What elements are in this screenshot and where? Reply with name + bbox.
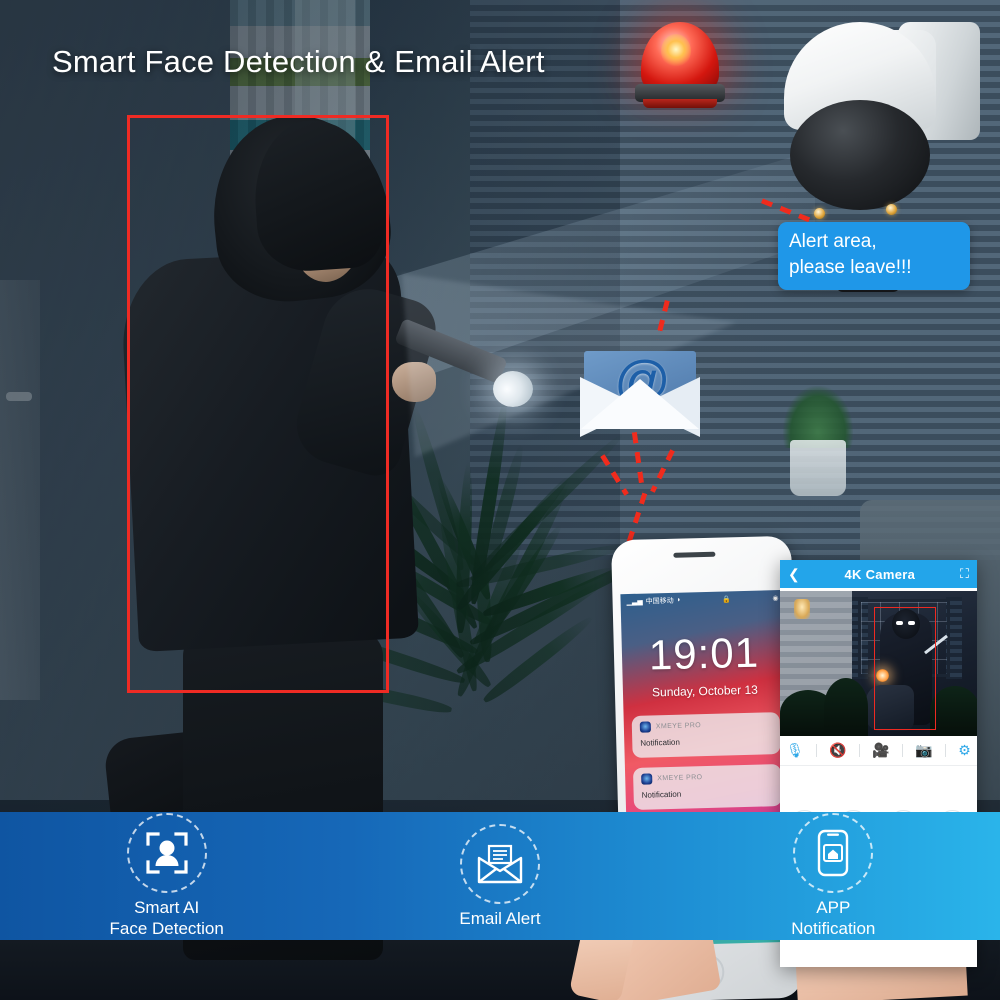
beacon-lamp <box>661 34 691 68</box>
email-at-envelope-icon: @ <box>580 333 700 437</box>
feature-label-line2: Face Detection <box>109 919 224 938</box>
smartphone-app-icon <box>793 813 874 893</box>
beacon-foot <box>643 99 717 108</box>
fullscreen-icon[interactable]: ⛶ <box>960 566 969 582</box>
marketing-banner: Smart Face Detection & Email Alert Alert… <box>0 0 1000 1000</box>
bush <box>930 686 977 736</box>
face-detection-icon <box>126 813 207 893</box>
envelope-front <box>581 379 699 429</box>
lockscreen-time: 19:01 <box>648 628 760 679</box>
alert-callout-bubble: Alert area, please leave!!! <box>778 222 970 290</box>
feature-label-line1: Email Alert <box>459 908 541 928</box>
notification-app-name: XMEYE PRO <box>657 774 703 783</box>
feature-label-line1: APP <box>816 898 851 917</box>
notification-header: XMEYE PRO <box>639 718 772 733</box>
plant-pot <box>790 440 846 496</box>
feature-app-notification: APP Notification <box>667 813 1000 939</box>
alert-line-2: please leave!!! <box>789 257 912 278</box>
bush <box>824 678 868 736</box>
status-bar: ▁▃▅ 中国移动 ◗ 🔒 ◉ <box>620 590 784 609</box>
app-title: 4K Camera <box>844 566 916 582</box>
red-alarm-beacon-icon <box>635 22 725 110</box>
ir-led <box>814 208 825 219</box>
detection-box-main <box>127 115 389 693</box>
battery-icon: ◉ <box>772 594 779 602</box>
lock-icon: 🔒 <box>722 595 732 604</box>
feature-label-line1: Smart AI <box>134 898 200 917</box>
detection-box-app <box>874 607 936 730</box>
divider <box>816 744 818 757</box>
notification-card[interactable]: XMEYE PRO Notification <box>631 712 781 758</box>
page-title: Smart Face Detection & Email Alert <box>52 44 545 79</box>
notification-app-name: XMEYE PRO <box>655 722 702 731</box>
app-header: ❮ 4K Camera ⛶ <box>780 560 977 588</box>
divider <box>859 744 861 757</box>
envelope-icon <box>459 823 540 904</box>
beacon-dome <box>641 22 719 88</box>
feature-label-line2: Notification <box>791 919 876 938</box>
notification-body: Notification <box>641 789 682 800</box>
wifi-icon: ◗ <box>676 596 682 604</box>
feature-bar: Smart AI Face Detection Email Alert APP … <box>0 812 1000 940</box>
carrier-label: 中国移动 <box>645 597 674 606</box>
xmeye-app-icon <box>639 721 652 733</box>
app-toolbar: 🎙 🔇 🎥 📷 ⚙ <box>780 736 977 766</box>
xmeye-app-icon <box>641 773 653 785</box>
notification-header: XMEYE PRO <box>641 770 773 785</box>
camera-head <box>790 100 930 292</box>
lockscreen-date: Sunday, October 13 <box>651 682 759 700</box>
ir-led <box>886 204 897 215</box>
settings-gear-icon[interactable]: ⚙ <box>958 742 971 759</box>
small-plant <box>783 386 853 448</box>
divider <box>902 744 904 757</box>
microphone-icon[interactable]: 🎙 <box>786 742 804 759</box>
back-chevron-icon[interactable]: ❮ <box>788 566 800 583</box>
notification-card[interactable]: XMEYE PRO Notification <box>632 764 782 810</box>
feature-email-alert: Email Alert <box>333 823 666 929</box>
feature-face-detection: Smart AI Face Detection <box>0 813 333 939</box>
live-video-feed[interactable] <box>780 591 977 736</box>
record-video-icon[interactable]: 🎥 <box>872 742 889 759</box>
divider <box>944 744 946 757</box>
alert-line-1: Alert area, <box>789 231 877 252</box>
snapshot-camera-icon[interactable]: 📷 <box>915 742 932 759</box>
speaker-muted-icon[interactable]: 🔇 <box>829 742 846 759</box>
ptz-dome-camera <box>770 12 990 292</box>
notification-body: Notification <box>640 737 680 748</box>
signal-bars-icon: ▁▃▅ <box>626 598 643 606</box>
phone-earpiece <box>673 551 716 558</box>
porch-lamp <box>794 599 810 619</box>
